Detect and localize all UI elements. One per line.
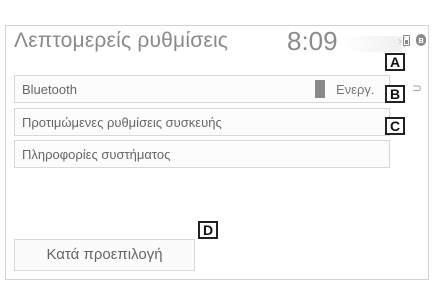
toggle-indicator [315,80,325,98]
callout-c: C [385,117,405,135]
row-label-system-info: Πληροφορίες συστήματος [22,147,171,162]
bluetooth-state: Ενεργ. [336,82,375,97]
bluetooth-icon: ʙ [416,34,426,46]
toggle-end-icon: ⊃ [412,81,423,95]
settings-screen: Λεπτομερείς ρυθμίσεις 8:09 ›( ʙ Bluetoot… [5,25,429,280]
page-title: Λεπτομερείς ρυθμίσεις [14,29,229,52]
row-system-information[interactable]: Πληροφορίες συστήματος [14,140,390,168]
status-fade [344,36,402,52]
callout-a: A [385,53,405,71]
clock: 8:09 [287,26,338,56]
phone-icon [403,35,410,46]
default-button[interactable]: Κατά προεπιλογή [14,239,195,271]
row-label-bluetooth: Bluetooth [22,82,77,97]
row-preferred-device-settings[interactable]: Προτιμώμενες ρυθμίσεις συσκευής [14,108,390,136]
row-label-preferred: Προτιμώμενες ρυθμίσεις συσκευής [22,115,222,130]
callout-d: D [198,221,218,239]
row-bluetooth[interactable]: Bluetooth Ενεργ. [14,75,390,103]
callout-b: B [385,85,405,103]
